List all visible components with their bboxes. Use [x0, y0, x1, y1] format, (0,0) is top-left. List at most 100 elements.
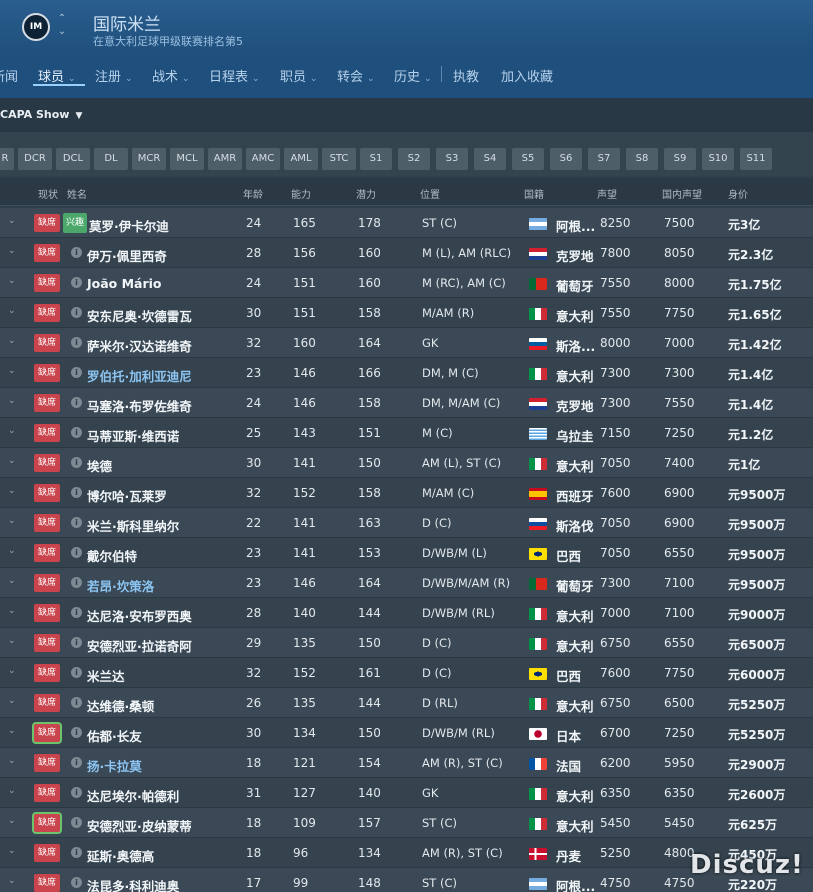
interest-tag[interactable]: 兴趣 — [63, 213, 88, 233]
nav-item-8[interactable]: 执教 — [453, 66, 479, 85]
player-name[interactable]: 马塞洛·布罗佐维奇 — [87, 396, 192, 415]
player-name[interactable]: 马蒂亚斯·维西诺 — [87, 426, 179, 445]
nav-item-5[interactable]: 职员 ⌄ — [280, 66, 318, 85]
info-icon[interactable]: i — [71, 307, 82, 318]
expand-chevron-icon[interactable]: ⌄ — [8, 576, 16, 586]
player-nationality[interactable]: 意大利 — [556, 366, 594, 385]
position-filter-dl[interactable]: DL — [94, 148, 128, 170]
position-filter-s8[interactable]: S8 — [626, 148, 658, 170]
player-name[interactable]: 佑都·长友 — [87, 726, 142, 745]
expand-chevron-icon[interactable]: ⌄ — [8, 726, 16, 736]
info-icon[interactable]: i — [71, 457, 82, 468]
nav-item-4[interactable]: 日程表 ⌄ — [209, 66, 260, 85]
player-name[interactable]: 安东尼奥·坎德雷瓦 — [87, 306, 192, 325]
status-badge[interactable]: 缺席 — [34, 574, 60, 592]
nav-item-1[interactable]: 球员 ⌄ — [38, 66, 76, 85]
player-name[interactable]: 米兰达 — [87, 666, 125, 685]
player-nationality[interactable]: 意大利 — [556, 306, 594, 325]
table-row[interactable]: ⌄ 缺席 i 安德烈亚·皮纳蒙蒂 18 109 157 ST (C) 意大利 5450 5450 元6… — [0, 808, 813, 838]
player-name[interactable]: 法昆多·科利迪奥 — [87, 876, 179, 892]
view-selector[interactable]: CAPA Show ▼ — [0, 108, 82, 121]
table-row[interactable]: ⌄ 缺席 i 安东尼奥·坎德雷瓦 30 151 158 M/AM (R) 意大利 7550 7750… — [0, 298, 813, 328]
info-icon[interactable]: i — [71, 847, 82, 858]
info-icon[interactable]: i — [71, 757, 82, 768]
expand-chevron-icon[interactable]: ⌄ — [8, 786, 16, 796]
status-badge[interactable]: 缺席 — [34, 844, 60, 862]
position-filter-s4[interactable]: S4 — [474, 148, 506, 170]
position-filter-s1[interactable]: S1 — [360, 148, 392, 170]
player-nationality[interactable]: 丹麦 — [556, 846, 581, 865]
table-row[interactable]: ⌄ 缺席 i 博尔哈·瓦莱罗 32 152 158 M/AM (C) 西班牙 7600 6900 元9… — [0, 478, 813, 508]
player-nationality[interactable]: 乌拉圭 — [556, 426, 594, 445]
table-row[interactable]: ⌄ 缺席 i 戴尔伯特 23 141 153 D/WB/M (L) 巴西 7050 6550 元950… — [0, 538, 813, 568]
table-row[interactable]: ⌄ 缺席 i 马蒂亚斯·维西诺 25 143 151 M (C) 乌拉圭 7150 7250 元1.2… — [0, 418, 813, 448]
player-nationality[interactable]: 意大利 — [556, 636, 594, 655]
club-switch-chevrons-icon[interactable]: ⌃ ⌄ — [55, 12, 69, 42]
info-icon[interactable]: i — [71, 397, 82, 408]
status-badge[interactable]: 缺席 — [34, 304, 60, 322]
status-badge[interactable]: 缺席 — [34, 634, 60, 652]
player-name[interactable]: 罗伯托·加利亚迪尼 — [87, 366, 192, 385]
table-row[interactable]: ⌄ 缺席 i 伊万·佩里西奇 28 156 160 M (L), AM (RLC) 克罗地 780… — [0, 238, 813, 268]
status-badge[interactable]: 缺席 — [34, 694, 60, 712]
player-nationality[interactable]: 葡萄牙 — [556, 576, 594, 595]
position-filter-s3[interactable]: S3 — [436, 148, 468, 170]
info-icon[interactable]: i — [71, 247, 82, 258]
table-row[interactable]: ⌄ 缺席 i 达尼埃尔·帕德利 31 127 140 GK 意大利 6350 6350 元2600万 — [0, 778, 813, 808]
player-name[interactable]: 达维德·桑顿 — [87, 696, 154, 715]
player-name[interactable]: 米兰·斯科里纳尔 — [87, 516, 179, 535]
player-nationality[interactable]: 阿根... — [556, 216, 595, 235]
expand-chevron-icon[interactable]: ⌄ — [8, 216, 16, 226]
player-nationality[interactable]: 意大利 — [556, 456, 594, 475]
info-icon[interactable]: i — [71, 547, 82, 558]
col-reputation[interactable]: 声望 — [597, 186, 617, 201]
table-row[interactable]: ⌄ 缺席 i 马塞洛·布罗佐维奇 24 146 158 DM, M/AM (C) 克罗地 7300… — [0, 388, 813, 418]
position-filter-s2[interactable]: S2 — [398, 148, 430, 170]
player-name[interactable]: 延斯·奥德高 — [87, 846, 154, 865]
player-nationality[interactable]: 斯洛... — [556, 336, 595, 355]
col-age[interactable]: 年龄 — [243, 186, 263, 201]
expand-chevron-icon[interactable]: ⌄ — [8, 456, 16, 466]
nav-item-0[interactable]: 新闻 — [0, 66, 18, 85]
status-badge[interactable]: 缺席 — [34, 604, 60, 622]
info-icon[interactable]: i — [71, 727, 82, 738]
col-pa[interactable]: 潜力 — [356, 186, 376, 201]
nav-item-7[interactable]: 历史 ⌄ — [394, 66, 432, 85]
status-badge[interactable]: 缺席 — [34, 334, 60, 352]
status-badge[interactable]: 缺席 — [34, 244, 60, 262]
col-value[interactable]: 身价 — [728, 186, 748, 201]
player-nationality[interactable]: 巴西 — [556, 666, 581, 685]
expand-chevron-icon[interactable]: ⌄ — [8, 246, 16, 256]
player-nationality[interactable]: 西班牙 — [556, 486, 594, 505]
player-name[interactable]: 埃德 — [87, 456, 112, 475]
player-name[interactable]: 扬·卡拉莫 — [87, 756, 142, 775]
expand-chevron-icon[interactable]: ⌄ — [8, 486, 16, 496]
col-position[interactable]: 位置 — [420, 186, 440, 201]
info-icon[interactable]: i — [71, 337, 82, 348]
expand-chevron-icon[interactable]: ⌄ — [8, 336, 16, 346]
player-name[interactable]: 安德烈亚·皮纳蒙蒂 — [87, 816, 192, 835]
status-badge[interactable]: 缺席 — [34, 214, 60, 232]
info-icon[interactable]: i — [71, 487, 82, 498]
expand-chevron-icon[interactable]: ⌄ — [8, 876, 16, 886]
info-icon[interactable]: i — [71, 877, 82, 888]
info-icon[interactable]: i — [71, 367, 82, 378]
expand-chevron-icon[interactable]: ⌄ — [8, 696, 16, 706]
info-icon[interactable]: i — [71, 817, 82, 828]
table-row[interactable]: ⌄ 缺席 i 达维德·桑顿 26 135 144 D (RL) 意大利 6750 6500 元5250… — [0, 688, 813, 718]
player-nationality[interactable]: 意大利 — [556, 786, 594, 805]
position-filter-s7[interactable]: S7 — [588, 148, 620, 170]
player-nationality[interactable]: 日本 — [556, 726, 581, 745]
status-badge[interactable]: 缺席 — [34, 274, 60, 292]
player-nationality[interactable]: 克罗地 — [556, 396, 594, 415]
position-filter-amc[interactable]: AMC — [246, 148, 280, 170]
player-nationality[interactable]: 意大利 — [556, 696, 594, 715]
player-name[interactable]: 戴尔伯特 — [87, 546, 137, 565]
player-nationality[interactable]: 意大利 — [556, 816, 594, 835]
status-badge[interactable]: 缺席 — [34, 784, 60, 802]
info-icon[interactable]: i — [71, 427, 82, 438]
player-name[interactable]: 达尼洛·安布罗西奥 — [87, 606, 192, 625]
position-filter-stc[interactable]: STC — [322, 148, 356, 170]
table-row[interactable]: ⌄ 缺席 i 米兰达 32 152 161 D (C) 巴西 7600 7750 元6000万 — [0, 658, 813, 688]
expand-chevron-icon[interactable]: ⌄ — [8, 426, 16, 436]
